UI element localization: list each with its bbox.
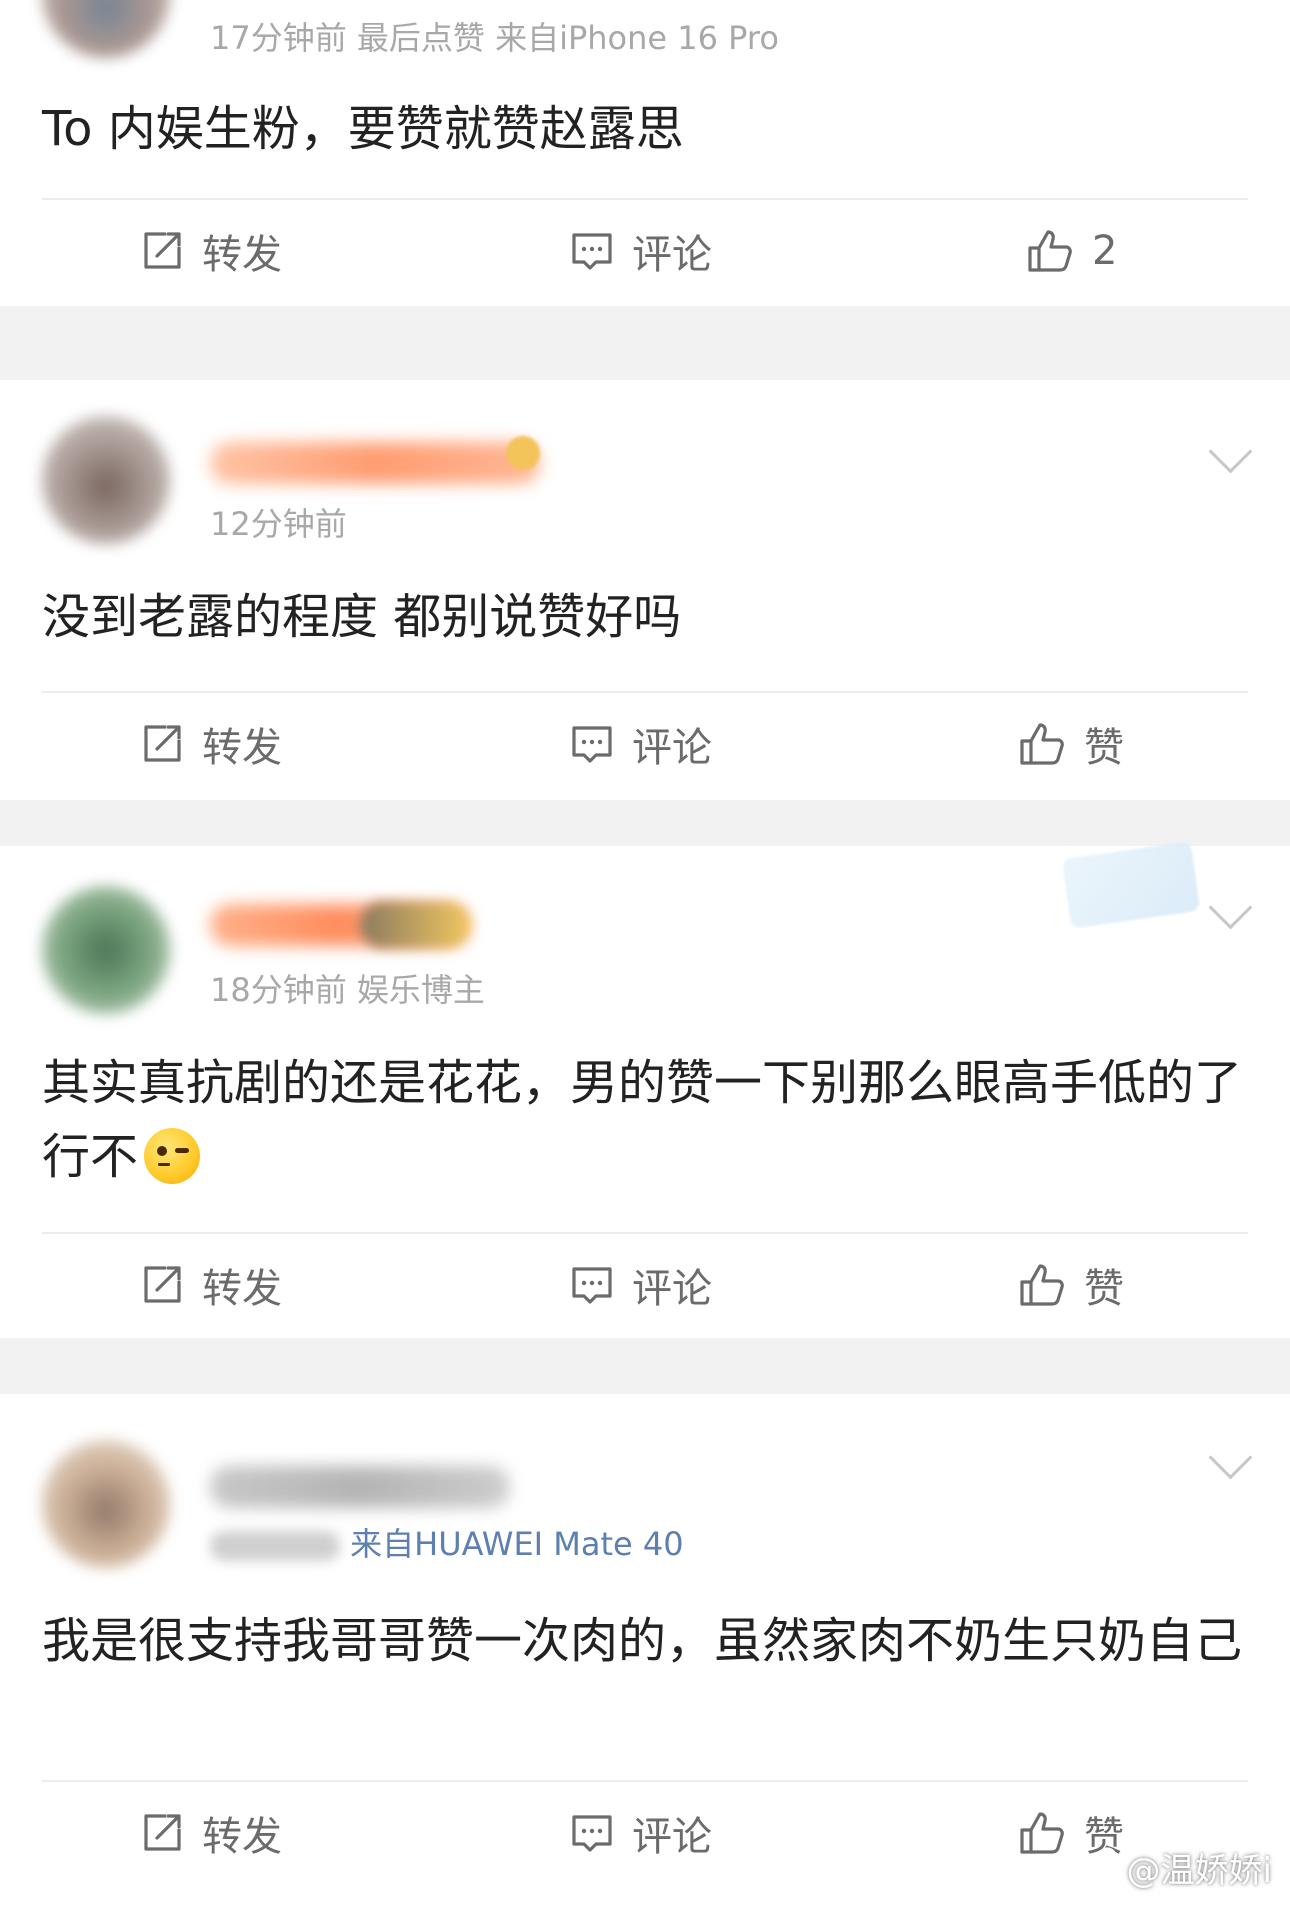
post-content: To 内娱生粉，要赞就赞赵露思 [42,101,684,157]
thumbs-up-icon [1018,721,1066,767]
chevron-down-icon[interactable] [1208,1435,1253,1480]
thumbs-up-icon [1018,1810,1066,1856]
like-count: 2 [1092,228,1118,274]
comment-label: 评论 [632,1266,712,1312]
comment-icon [570,229,614,273]
chevron-down-icon[interactable] [1208,885,1253,930]
repost-button[interactable]: 转发 [140,1240,282,1330]
post-card-4: 来自HUAWEI Mate 40 我是很支持我哥哥赞一次肉的，虽然家肉不奶生只奶… [0,1394,1290,1914]
like-button[interactable]: 2 [1026,206,1117,296]
post-meta: 17分钟前 最后点赞 来自iPhone 16 Pro [210,19,779,57]
post-card-3: 18分钟前 娱乐博主 其实真抗剧的还是花花，男的赞一下别那么眼高手低的了行不 转… [0,841,1290,1338]
repost-button[interactable]: 转发 [140,699,282,789]
repost-icon [140,1263,184,1307]
post-text: 其实真抗剧的还是花花，男的赞一下别那么眼高手低的了行不 [42,1055,1243,1185]
watermark: @温娇娇i [1075,1843,1272,1892]
username-blurred[interactable] [210,1466,510,1508]
comment-icon [570,1263,614,1307]
repost-button[interactable]: 转发 [140,206,282,296]
badge-blurred [360,902,470,948]
avatar[interactable] [42,886,170,1014]
avatar[interactable] [42,416,170,544]
post-content: 我是很支持我哥哥赞一次肉的，虽然家肉不奶生只奶自己 [42,1613,1243,1669]
action-bar: 转发 评论 赞 [0,699,1290,789]
repost-icon [140,722,184,766]
like-button[interactable]: 赞 [1018,699,1124,789]
comment-button[interactable]: 评论 [570,699,712,789]
post-meta: 来自HUAWEI Mate 40 [210,1522,684,1566]
weibo-feed: 17分钟前 最后点赞 来自iPhone 16 Pro To 内娱生粉，要赞就赞赵… [0,0,1290,1914]
comment-label: 评论 [632,725,712,771]
wink-emoji-icon [144,1128,201,1184]
weibo-icon [1075,1843,1127,1892]
repost-label: 转发 [202,1814,282,1860]
like-label: 赞 [1084,1266,1124,1312]
thumbs-up-icon [1018,1262,1066,1308]
post-card-2: 12分钟前 没到老露的程度 都别说赞好吗 转发 评论 赞 [0,380,1290,800]
like-button[interactable]: 赞 [1018,1240,1124,1330]
comment-button[interactable]: 评论 [570,206,712,296]
like-label: 赞 [1084,725,1124,771]
divider [42,1232,1248,1234]
repost-label: 转发 [202,232,282,278]
post-meta: 18分钟前 娱乐博主 [210,971,485,1009]
avatar[interactable] [42,1440,170,1568]
timestamp-blurred [210,1531,340,1561]
post-source-link[interactable]: 来自HUAWEI Mate 40 [350,1525,683,1563]
thumbs-up-icon [1026,228,1074,274]
watermark-text: @温娇娇i [1126,1851,1272,1891]
repost-button[interactable]: 转发 [140,1788,282,1878]
comment-button[interactable]: 评论 [570,1240,712,1330]
post-meta: 12分钟前 [210,505,347,543]
repost-icon [140,229,184,273]
decorative-sticker-icon [1061,841,1201,929]
crown-badge-icon [506,436,540,470]
username-blurred[interactable] [210,442,540,484]
comment-icon [570,722,614,766]
post-content: 没到老露的程度 都别说赞好吗 [42,589,682,645]
comment-button[interactable]: 评论 [570,1788,712,1878]
action-bar: 转发 评论 2 [0,206,1290,296]
avatar[interactable] [42,0,170,58]
post-content: 其实真抗剧的还是花花，男的赞一下别那么眼高手低的了行不 [42,1046,1252,1194]
chevron-down-icon[interactable] [1208,429,1253,474]
repost-label: 转发 [202,1266,282,1312]
action-bar: 转发 评论 赞 [0,1240,1290,1330]
repost-icon [140,1811,184,1855]
post-card-1: 17分钟前 最后点赞 来自iPhone 16 Pro To 内娱生粉，要赞就赞赵… [0,0,1290,306]
comment-icon [570,1811,614,1855]
divider [42,691,1248,693]
repost-label: 转发 [202,725,282,771]
divider [42,1780,1248,1782]
comment-label: 评论 [632,232,712,278]
comment-label: 评论 [632,1814,712,1860]
divider [42,198,1248,200]
